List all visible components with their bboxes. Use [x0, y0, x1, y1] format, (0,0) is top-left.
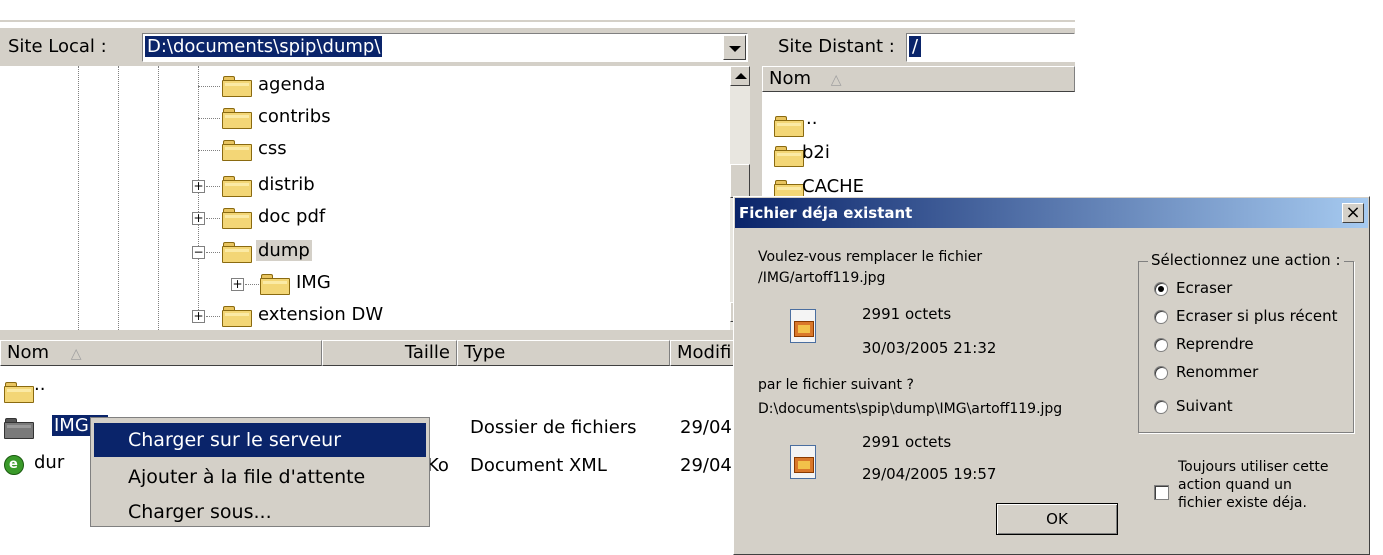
- menu-item-upload[interactable]: Charger sur le serveur: [94, 423, 426, 457]
- tree-item-css[interactable]: css: [258, 138, 287, 159]
- menu-item-upload-as[interactable]: Charger sous...: [94, 493, 426, 526]
- action-group-label: Sélectionnez une action :: [1148, 251, 1344, 269]
- remote-file-list[interactable]: Nom △ .. b2i CACHE: [762, 66, 1075, 196]
- top-remnant: [0, 0, 1075, 22]
- file-row-name[interactable]: ..: [34, 374, 45, 395]
- remote-path-combobox[interactable]: /: [906, 33, 1075, 62]
- expand-toggle[interactable]: +: [192, 212, 205, 225]
- file-row-type: Document XML: [470, 455, 607, 476]
- folder-icon: [774, 179, 804, 196]
- file1-date: 30/03/2005 21:32: [862, 339, 997, 357]
- remote-path-value[interactable]: /: [909, 36, 922, 57]
- file-exists-dialog: Fichier déja existant × Voulez-vous remp…: [733, 196, 1370, 555]
- remote-file-name[interactable]: b2i: [802, 142, 830, 163]
- file1-path: /IMG/artoff119.jpg: [758, 270, 886, 286]
- close-icon: ×: [1345, 202, 1361, 223]
- tree-item-dump[interactable]: dump: [256, 240, 312, 261]
- file-row-type: Dossier de fichiers: [470, 417, 637, 438]
- radio-label[interactable]: Ecraser: [1176, 279, 1232, 297]
- remote-file-name[interactable]: CACHE: [802, 176, 864, 196]
- column-header-name[interactable]: Nom △: [0, 340, 322, 366]
- folder-icon: [222, 175, 252, 197]
- folder-icon: [260, 273, 290, 295]
- column-header-modified[interactable]: Modifi: [670, 340, 740, 366]
- xml-file-icon: e: [4, 455, 24, 475]
- scroll-up-button[interactable]: [730, 66, 750, 86]
- remote-file-name[interactable]: ..: [806, 108, 817, 129]
- local-folder-tree[interactable]: agenda contribs css + distrib + doc pdf …: [0, 66, 750, 330]
- local-site-label: Site Local :: [8, 36, 107, 57]
- remote-column-name[interactable]: Nom △: [762, 66, 1075, 92]
- menu-item-add-to-queue[interactable]: Ajouter à la file d'attente: [94, 458, 426, 492]
- dialog-title: Fichier déja existant: [739, 204, 913, 222]
- always-use-checkbox[interactable]: [1154, 485, 1169, 500]
- dialog-titlebar[interactable]: Fichier déja existant ×: [735, 198, 1368, 228]
- tree-item-contribs[interactable]: contribs: [258, 106, 331, 127]
- column-header-type[interactable]: Type: [457, 340, 670, 366]
- question-line2: par le fichier suivant ?: [758, 377, 914, 393]
- context-menu: Charger sur le serveur Ajouter à la file…: [90, 417, 430, 527]
- radio-ecraser-si-plus-recent[interactable]: [1154, 310, 1168, 324]
- ok-button[interactable]: OK: [996, 503, 1118, 535]
- file2-path: D:\documents\spip\dump\IMG\artoff119.jpg: [758, 401, 1063, 417]
- file-row-modified: 29/04,: [680, 455, 738, 476]
- file1-size: 2991 octets: [862, 305, 952, 323]
- radio-renommer[interactable]: [1154, 366, 1168, 380]
- horizontal-splitter[interactable]: [0, 330, 750, 340]
- folder-icon: [222, 75, 252, 97]
- expand-toggle[interactable]: +: [192, 310, 205, 323]
- file-row-modified: 29/04,: [680, 417, 738, 438]
- arrow-up-icon: [735, 73, 747, 79]
- radio-label[interactable]: Reprendre: [1176, 335, 1254, 353]
- tree-item-doc-pdf[interactable]: doc pdf: [258, 206, 325, 227]
- folder-icon: [4, 381, 34, 403]
- expand-toggle[interactable]: +: [192, 180, 205, 193]
- folder-icon: [222, 139, 252, 161]
- radio-label[interactable]: Renommer: [1176, 363, 1258, 381]
- folder-icon: [222, 107, 252, 129]
- expand-toggle[interactable]: +: [231, 278, 244, 291]
- image-file-icon: [788, 445, 820, 485]
- tree-item-agenda[interactable]: agenda: [258, 74, 325, 95]
- folder-icon: [774, 115, 804, 137]
- scroll-thumb[interactable]: [730, 164, 750, 198]
- file2-date: 29/04/2005 19:57: [862, 465, 997, 483]
- checkbox-label[interactable]: fichier existe déja.: [1178, 495, 1307, 511]
- radio-label[interactable]: Suivant: [1176, 397, 1233, 415]
- question-line1: Voulez-vous remplacer le fichier: [758, 249, 983, 265]
- tree-item-distrib[interactable]: distrib: [258, 174, 315, 195]
- checkbox-label[interactable]: Toujours utiliser cette: [1178, 459, 1329, 475]
- collapse-toggle[interactable]: −: [192, 246, 205, 259]
- tree-item-extension-dw[interactable]: extension DW: [258, 304, 383, 325]
- checkbox-label[interactable]: action quand un: [1178, 477, 1292, 493]
- folder-icon: [4, 417, 34, 439]
- sort-ascending-icon: △: [70, 346, 82, 362]
- local-path-value[interactable]: D:\documents\spip\dump\: [145, 36, 383, 57]
- radio-ecraser[interactable]: [1154, 282, 1168, 296]
- local-path-combobox[interactable]: D:\documents\spip\dump\: [142, 33, 748, 62]
- folder-icon: [222, 305, 252, 327]
- folder-icon: [222, 207, 252, 229]
- close-button[interactable]: ×: [1342, 203, 1364, 223]
- column-header-size[interactable]: Taille: [322, 340, 457, 366]
- file-row-name[interactable]: dur: [34, 452, 64, 473]
- tree-item-img[interactable]: IMG: [296, 272, 331, 293]
- radio-label[interactable]: Ecraser si plus récent: [1176, 307, 1338, 325]
- image-file-icon: [788, 309, 820, 349]
- sort-ascending-icon: △: [830, 72, 842, 88]
- local-path-dropdown-button[interactable]: [723, 35, 746, 60]
- radio-suivant[interactable]: [1154, 400, 1168, 414]
- radio-reprendre[interactable]: [1154, 338, 1168, 352]
- remote-site-label: Site Distant :: [778, 36, 895, 57]
- file2-size: 2991 octets: [862, 433, 952, 451]
- folder-icon: [774, 145, 804, 167]
- file-row-size: Ko: [427, 455, 449, 476]
- folder-open-icon: [222, 241, 252, 263]
- chevron-down-icon: [729, 46, 741, 52]
